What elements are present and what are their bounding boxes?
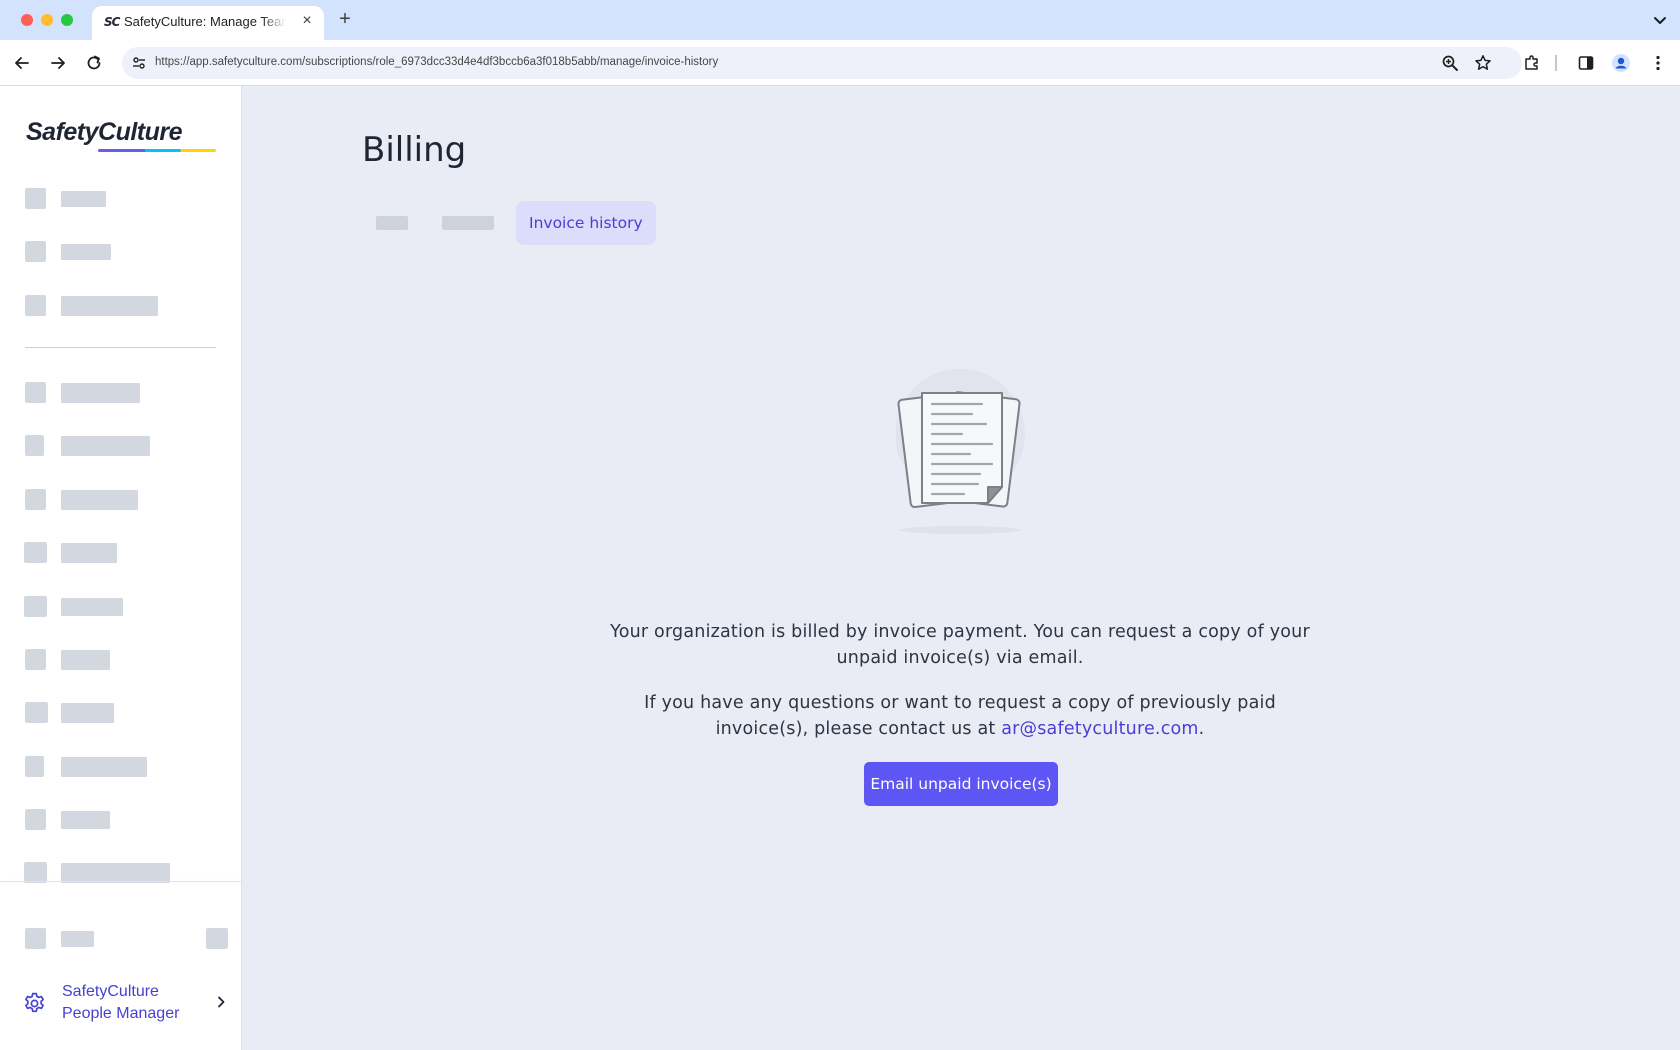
message-line1a: Your organization is billed by invoice p… <box>610 622 1310 642</box>
back-arrow-icon[interactable] <box>11 52 33 74</box>
nav-placeholder-label <box>61 703 114 723</box>
nav-placeholder-icon <box>25 489 46 510</box>
nav-placeholder-icon <box>25 809 46 830</box>
nav-placeholder-icon <box>24 596 47 617</box>
nav-placeholder-label <box>61 296 158 316</box>
tab-search-chevron-icon[interactable] <box>1650 10 1670 30</box>
nav-placeholder-icon <box>25 241 46 262</box>
url-text[interactable]: https://app.safetyculture.com/subscripti… <box>155 56 718 68</box>
nav-placeholder-icon <box>24 542 47 563</box>
toolbar-divider <box>1555 55 1557 71</box>
nav-placeholder-icon <box>25 928 46 949</box>
people-manager-label: SafetyCulture People Manager <box>62 981 179 1025</box>
profile-avatar-icon[interactable] <box>1610 52 1632 74</box>
extensions-puzzle-icon[interactable] <box>1521 52 1543 74</box>
new-tab-icon[interactable]: + <box>334 8 356 30</box>
safetyculture-favicon-icon: SC <box>104 15 120 29</box>
zoom-icon[interactable] <box>1439 52 1461 74</box>
people-manager-line1: SafetyCulture <box>62 983 159 1000</box>
logo-text: SafetyCulture <box>26 118 183 146</box>
tab-loading[interactable] <box>376 216 408 230</box>
chevron-right-icon <box>214 995 228 1009</box>
nav-placeholder-label <box>61 757 147 777</box>
browser-toolbar: https://app.safetyculture.com/subscripti… <box>0 40 1680 86</box>
browser-tab-bar: SC SafetyCulture: Manage Teams × + <box>0 0 1680 40</box>
side-panel-icon[interactable] <box>1575 52 1597 74</box>
page-title: Billing <box>362 130 467 170</box>
tab-invoice-history[interactable]: Invoice history <box>516 201 656 245</box>
nav-placeholder-label <box>61 863 170 883</box>
message-line2-end: . <box>1198 719 1205 739</box>
contact-message: If you have any questions or want to req… <box>560 690 1360 742</box>
nav-placeholder-icon <box>25 382 46 403</box>
nav-placeholder-label <box>61 490 138 510</box>
message-line2b: invoice(s), please contact us at <box>715 719 996 739</box>
tab-title: SafetyCulture: Manage Teams <box>124 14 286 29</box>
invoice-documents-illustration <box>895 362 1026 540</box>
nav-placeholder-icon <box>25 188 46 209</box>
window-minimize-button[interactable] <box>41 14 53 26</box>
people-manager-link[interactable]: SafetyCulture People Manager <box>22 980 232 1026</box>
logo-underline <box>98 149 216 152</box>
nav-placeholder-label <box>61 650 110 670</box>
nav-placeholder-icon <box>25 649 46 670</box>
gear-icon <box>22 991 47 1016</box>
invoice-billing-message: Your organization is billed by invoice p… <box>560 619 1360 671</box>
sidebar: SafetyCulture SafetyCulture People Manag… <box>0 86 242 1050</box>
nav-placeholder-label <box>61 598 123 616</box>
tab-close-icon[interactable]: × <box>298 12 316 30</box>
window-maximize-button[interactable] <box>61 14 73 26</box>
sidebar-divider <box>25 347 216 348</box>
nav-placeholder-label <box>61 244 111 260</box>
browser-tab-active[interactable]: SC SafetyCulture: Manage Teams × <box>92 6 324 40</box>
safetyculture-logo[interactable]: SafetyCulture <box>26 118 216 152</box>
nav-placeholder-label <box>61 811 110 829</box>
browser-menu-icon[interactable] <box>1647 52 1669 74</box>
sidebar-placeholder-button[interactable] <box>206 928 228 949</box>
bookmark-star-icon[interactable] <box>1472 52 1494 74</box>
window-close-button[interactable] <box>21 14 33 26</box>
people-manager-line2: People Manager <box>62 1005 180 1022</box>
sidebar-bottom-separator <box>0 881 242 882</box>
nav-placeholder-icon <box>24 862 47 883</box>
forward-arrow-icon[interactable] <box>47 52 69 74</box>
nav-placeholder-icon <box>25 756 44 777</box>
reload-icon[interactable] <box>83 52 105 74</box>
address-bar[interactable]: https://app.safetyculture.com/subscripti… <box>122 47 1522 79</box>
nav-placeholder-icon <box>25 702 48 723</box>
nav-placeholder-icon <box>25 295 46 316</box>
nav-placeholder-label <box>61 543 117 563</box>
site-settings-icon[interactable] <box>128 52 150 74</box>
message-line2a: If you have any questions or want to req… <box>644 693 1276 713</box>
nav-placeholder-label <box>61 931 94 947</box>
nav-placeholder-label <box>61 383 140 403</box>
nav-placeholder-label <box>61 191 106 207</box>
nav-placeholder-icon <box>25 435 44 456</box>
tab-loading[interactable] <box>442 216 494 230</box>
contact-email-link[interactable]: ar@safetyculture.com <box>1001 719 1198 739</box>
nav-placeholder-label <box>61 436 150 456</box>
email-unpaid-invoices-button[interactable]: Email unpaid invoice(s) <box>864 762 1058 806</box>
message-line1b: unpaid invoice(s) via email. <box>836 648 1084 668</box>
